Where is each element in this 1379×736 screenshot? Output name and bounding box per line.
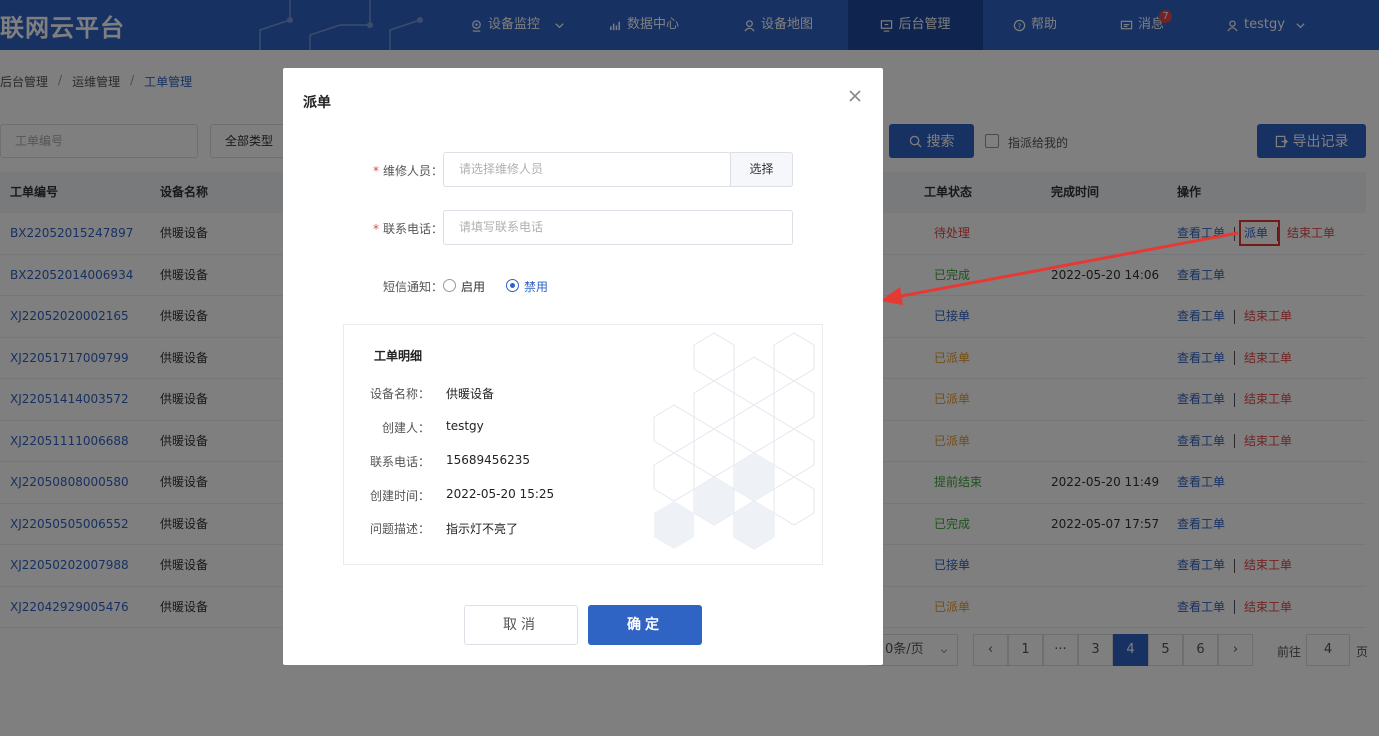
cancel-button[interactable]: 取消 [464,605,578,645]
detail-title: 工单明细 [374,349,423,363]
detail-label: 设备名称： [369,387,430,401]
sms-enable-label[interactable]: 启用 [461,278,485,295]
repair-person-label: * 维修人员： [372,164,443,178]
detail-label: 创建人： [381,421,430,435]
dispatch-dialog: 派单 * 维修人员： 请选择维修人员 选择 * 联系电话： 请填写联系电话 短信通知… [283,68,883,665]
sms-enable-radio[interactable] [443,279,456,292]
phone-label: * 联系电话： [372,222,443,236]
annotation-arrow [880,231,1239,305]
dialog-title: 派单 [303,95,331,111]
detail-label: 问题描述： [369,522,430,536]
sms-disable-label[interactable]: 禁用 [524,278,548,295]
hexagon-background-decoration [653,332,815,550]
select-repair-person-button[interactable]: 选择 [730,152,793,187]
detail-value: 2022-05-20 15:25 [446,487,555,501]
detail-value: 指示灯不亮了 [446,522,519,536]
sms-disable-radio[interactable] [506,279,519,292]
detail-label: 联系电话： [369,455,430,469]
close-icon[interactable] [847,88,863,104]
phone-input[interactable]: 请填写联系电话 [443,210,793,245]
phone-label-text: 联系电话： [382,222,443,236]
sms-label: 短信通知： [382,280,443,294]
detail-value: testgy [446,419,484,433]
confirm-button[interactable]: 确定 [588,605,702,645]
repair-person-label-text: 维修人员： [382,164,443,178]
detail-value: 15689456235 [446,453,530,467]
detail-value: 供暖设备 [446,387,495,401]
detail-label: 创建时间： [369,489,430,503]
work-order-detail-panel: 工单明细 设备名称： 供暖设备 创建人： testgy 联系电话： 156894… [343,324,823,565]
repair-person-input[interactable]: 请选择维修人员 [443,152,731,187]
